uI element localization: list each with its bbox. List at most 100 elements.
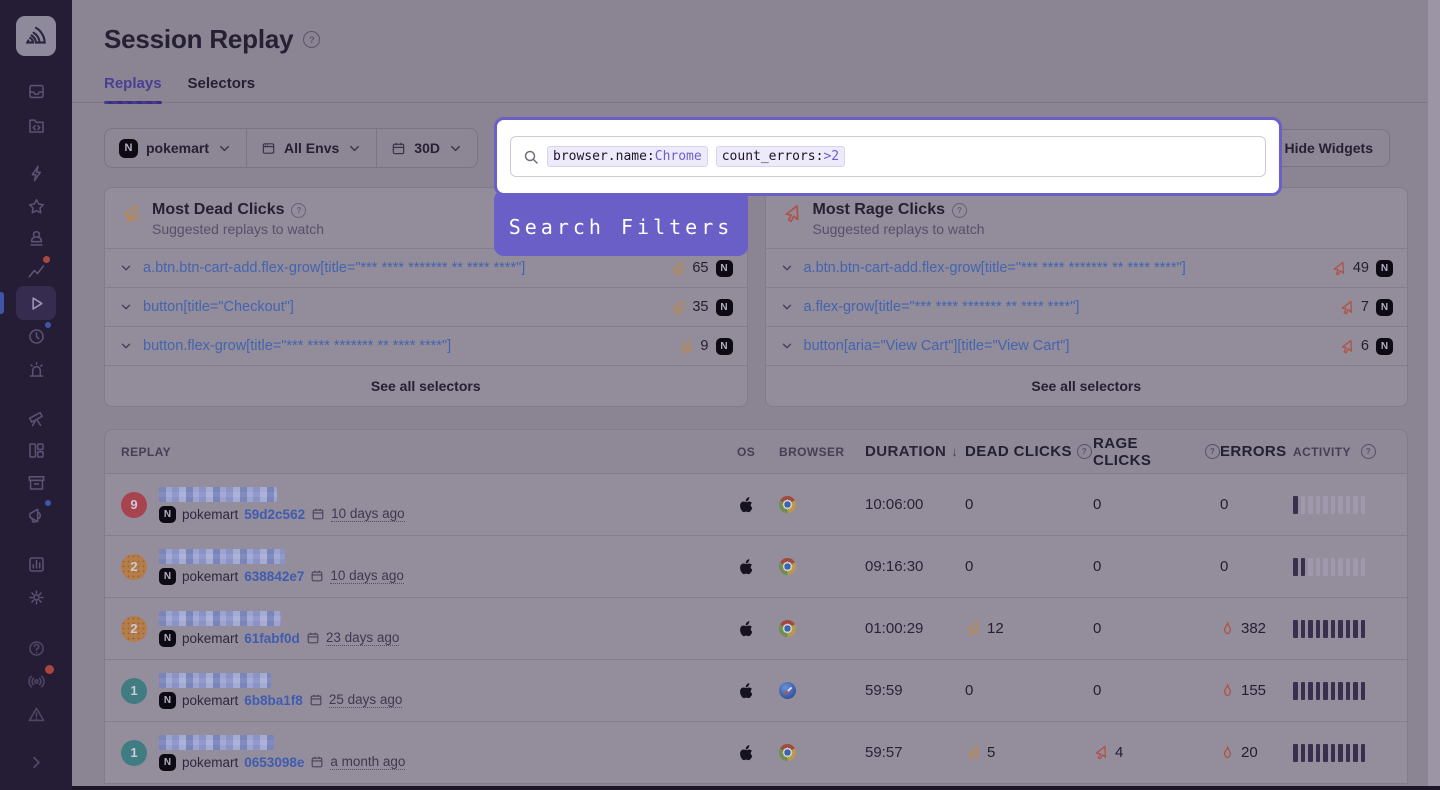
expand-chevron-icon[interactable] bbox=[119, 339, 133, 353]
table-row[interactable]: 9 N pokemart 59d2c562 10 days ago bbox=[105, 474, 1407, 536]
selector-link[interactable]: a.btn.btn-cart-add.flex-grow[title="*** … bbox=[804, 260, 1321, 276]
chevron-down-icon bbox=[347, 141, 362, 156]
chevron-down-icon bbox=[448, 141, 463, 156]
sidebar-item-starred[interactable] bbox=[20, 190, 52, 222]
avatar: 2 bbox=[121, 554, 147, 580]
sidebar-item-session-replay[interactable] bbox=[20, 287, 52, 319]
help-icon[interactable]: ? bbox=[1361, 444, 1376, 459]
sidebar-item-discover[interactable] bbox=[20, 402, 52, 434]
column-browser[interactable]: BROWSER bbox=[779, 445, 844, 459]
selector-link[interactable]: button[title="Checkout"] bbox=[143, 299, 660, 315]
replay-id-link[interactable]: 6b8ba1f8 bbox=[244, 693, 303, 708]
page-help-icon[interactable]: ? bbox=[303, 31, 320, 48]
search-icon bbox=[523, 149, 539, 165]
replay-id-link[interactable]: 61fabf0d bbox=[244, 631, 300, 646]
replay-age[interactable]: 10 days ago bbox=[331, 506, 405, 522]
selector-link[interactable]: a.btn.btn-cart-add.flex-grow[title="*** … bbox=[143, 260, 660, 276]
replay-age[interactable]: 25 days ago bbox=[329, 692, 403, 708]
chrome-browser-icon bbox=[779, 496, 796, 513]
replay-age[interactable]: 10 days ago bbox=[330, 568, 404, 584]
sidebar-item-quick-start[interactable] bbox=[20, 157, 52, 189]
activity-bars bbox=[1293, 496, 1407, 514]
sidebar-item-whats-new[interactable] bbox=[20, 665, 52, 697]
notification-dot bbox=[43, 256, 50, 263]
search-token[interactable]: count_errors:>2 bbox=[716, 146, 845, 167]
column-os[interactable]: OS bbox=[737, 445, 755, 459]
sidebar-item-alerts[interactable] bbox=[20, 353, 52, 385]
help-icon[interactable]: ? bbox=[291, 203, 306, 218]
sidebar-item-dashboards[interactable] bbox=[20, 434, 52, 466]
column-duration[interactable]: DURATION bbox=[865, 443, 946, 460]
replay-id-link[interactable]: 0653098e bbox=[244, 755, 304, 770]
replay-age[interactable]: 23 days ago bbox=[326, 630, 400, 646]
expand-chevron-icon[interactable] bbox=[119, 261, 133, 275]
column-activity[interactable]: ACTIVITY bbox=[1293, 445, 1351, 459]
sort-desc-icon[interactable]: ↓ bbox=[951, 444, 958, 459]
sidebar-collapse-toggle[interactable] bbox=[20, 746, 52, 778]
replay-id-link[interactable]: 59d2c562 bbox=[244, 507, 305, 522]
sidebar-item-issues[interactable] bbox=[20, 75, 52, 107]
sentry-logo-icon[interactable] bbox=[16, 16, 56, 56]
column-dead-clicks[interactable]: DEAD CLICKS bbox=[965, 443, 1072, 460]
rage-click-cursor-icon bbox=[1339, 300, 1354, 315]
see-all-selectors-button[interactable]: See all selectors bbox=[1025, 377, 1147, 395]
table-row[interactable]: 2 N pokemart 638842e7 10 days ago bbox=[105, 536, 1407, 598]
column-errors[interactable]: ERRORS bbox=[1220, 443, 1287, 460]
rage-clicks-value: 0 bbox=[1093, 496, 1101, 513]
sidebar-item-stamps[interactable] bbox=[20, 222, 52, 254]
selector-link[interactable]: button.flex-grow[title="*** **** *******… bbox=[143, 338, 668, 354]
fire-errors-icon bbox=[1220, 745, 1235, 760]
replay-id-link[interactable]: 638842e7 bbox=[244, 569, 304, 584]
see-all-selectors-button[interactable]: See all selectors bbox=[365, 377, 487, 395]
project-name: pokemart bbox=[182, 507, 238, 522]
date-range-filter[interactable]: 30D bbox=[376, 129, 477, 167]
dead-clicks-value: 0 bbox=[965, 682, 973, 699]
nextjs-project-icon: N bbox=[1376, 260, 1393, 277]
sidebar-item-insights[interactable] bbox=[20, 254, 52, 286]
duration-value: 10:06:00 bbox=[865, 496, 965, 513]
click-count: 9 bbox=[700, 338, 708, 354]
selector-link[interactable]: button[aria="View Cart"][title="View Car… bbox=[804, 338, 1329, 354]
hide-widgets-button[interactable]: Hide Widgets bbox=[1267, 129, 1390, 167]
expand-chevron-icon[interactable] bbox=[119, 300, 133, 314]
sidebar-item-settings[interactable] bbox=[20, 581, 52, 613]
search-highlight-box: browser.name:Chrome count_errors:>2 bbox=[494, 117, 1282, 196]
column-rage-clicks[interactable]: RAGE CLICKS bbox=[1093, 435, 1200, 469]
expand-chevron-icon[interactable] bbox=[780, 300, 794, 314]
search-token[interactable]: browser.name:Chrome bbox=[547, 146, 708, 167]
replay-age[interactable]: a month ago bbox=[330, 754, 405, 770]
blurred-username bbox=[159, 549, 285, 564]
help-icon[interactable]: ? bbox=[1077, 444, 1092, 459]
rage-click-cursor-icon bbox=[1093, 745, 1108, 760]
tab-replays[interactable]: Replays bbox=[104, 75, 162, 102]
column-replay[interactable]: REPLAY bbox=[121, 445, 171, 459]
project-filter[interactable]: N pokemart bbox=[105, 129, 246, 167]
calendar-icon bbox=[311, 507, 325, 521]
table-row[interactable]: 1 N pokemart 6b8ba1f8 25 days ago bbox=[105, 660, 1407, 722]
nextjs-project-icon: N bbox=[159, 692, 176, 709]
rage-click-cursor-icon bbox=[1331, 261, 1346, 276]
sidebar-item-help[interactable] bbox=[20, 632, 52, 664]
sidebar-item-releases[interactable] bbox=[20, 466, 52, 498]
chrome-browser-icon bbox=[779, 620, 796, 637]
sidebar-item-history[interactable] bbox=[20, 320, 52, 352]
selector-link[interactable]: a.flex-grow[title="*** **** ******* ** *… bbox=[804, 299, 1329, 315]
project-name: pokemart bbox=[182, 755, 238, 770]
table-row[interactable]: 2 N pokemart 61fabf0d 23 days ago bbox=[105, 598, 1407, 660]
expand-chevron-icon[interactable] bbox=[780, 339, 794, 353]
tab-selectors[interactable]: Selectors bbox=[188, 75, 256, 102]
search-input[interactable]: browser.name:Chrome count_errors:>2 bbox=[510, 136, 1266, 177]
help-icon[interactable]: ? bbox=[1205, 444, 1220, 459]
table-row[interactable]: 1 N pokemart 0653098e a month ago bbox=[105, 722, 1407, 783]
sidebar-item-stats[interactable] bbox=[20, 548, 52, 580]
selector-row: a.flex-grow[title="*** **** ******* ** *… bbox=[766, 288, 1408, 327]
expand-chevron-icon[interactable] bbox=[780, 261, 794, 275]
sidebar-item-explore[interactable] bbox=[20, 109, 52, 141]
blurred-username bbox=[159, 487, 277, 502]
blurred-username bbox=[159, 735, 274, 750]
activity-bars bbox=[1293, 682, 1407, 700]
scrollbar[interactable] bbox=[1427, 0, 1440, 790]
sidebar-item-service-status[interactable] bbox=[20, 698, 52, 730]
sidebar-item-feedback[interactable] bbox=[20, 499, 52, 531]
environment-filter[interactable]: All Envs bbox=[246, 129, 376, 167]
